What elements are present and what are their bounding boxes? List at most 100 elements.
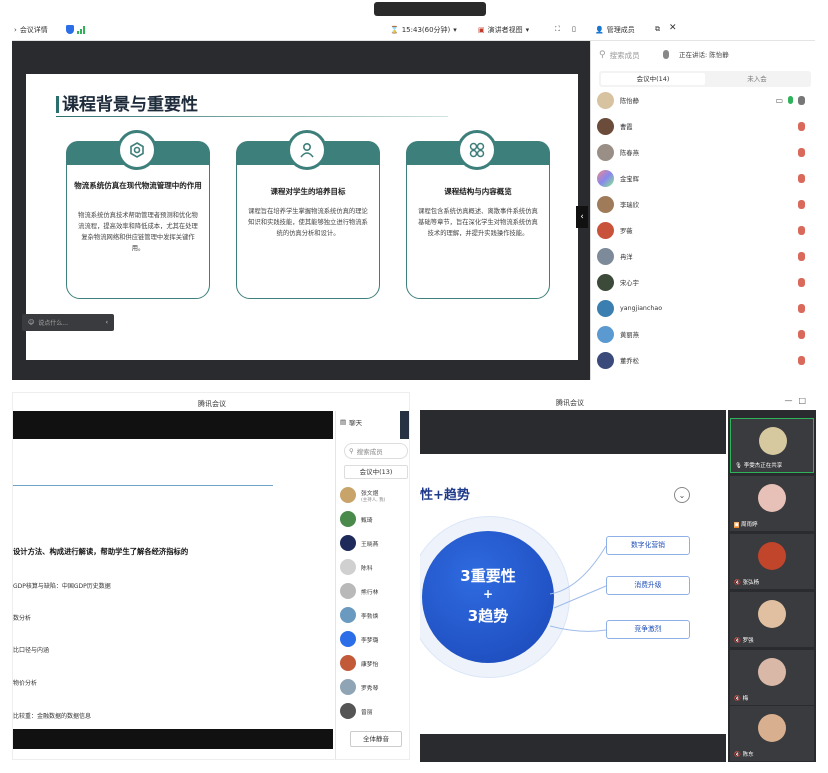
member-count-tab[interactable]: 会议中(13) — [344, 465, 408, 479]
list-item[interactable]: yangjianchao — [597, 297, 809, 319]
list-item[interactable]: 罗薇 — [597, 219, 809, 241]
chat-button[interactable]: ▤ 聊天 — [340, 417, 362, 427]
card-text: 课程旨在培养学生掌握物流系统仿真的理论知识和实践技能，使其能够独立进行物流系统的… — [248, 208, 368, 237]
avatar — [597, 143, 614, 161]
video-tile[interactable]: ▣ 周雨婷 — [730, 476, 814, 531]
mic-icon: 🎙 — [735, 463, 742, 469]
mic-muted-icon — [798, 329, 805, 339]
search-icon: ⚲ — [599, 50, 606, 60]
avatar — [597, 325, 614, 343]
list-item[interactable]: 黄丽燕 — [597, 323, 809, 345]
search-icon: ⚲ — [349, 447, 354, 455]
list-item[interactable]: 曾丽 — [340, 701, 373, 721]
avatar — [758, 542, 786, 570]
layout-icon: ▣ — [478, 26, 485, 34]
popout-button[interactable]: ⧉ — [655, 25, 660, 34]
avatar — [340, 511, 356, 527]
manage-members-button[interactable]: 👤 管理成员 — [595, 25, 635, 35]
window-title: 腾讯会议 — [198, 400, 226, 408]
card-structure: 课程结构与内容概览 课程包含系统仿真概述、离散事件系统仿真基础等章节，旨在深化学… — [406, 130, 550, 299]
summary-circle: 3重要性 + 3趋势 — [422, 531, 554, 663]
list-item[interactable]: 冉洋 — [597, 245, 809, 267]
list-item[interactable]: 陈科 — [340, 557, 373, 577]
video-tile[interactable]: 🔇 陈东 — [730, 706, 814, 761]
mic-muted-icon — [798, 199, 805, 209]
list-item[interactable]: 陈春燕 — [597, 141, 809, 163]
avatar — [597, 247, 614, 265]
card-title: 课程结构与内容概览 — [444, 187, 512, 196]
title-underline — [56, 116, 448, 117]
chat-input[interactable]: ☺ 说点什么... ‹ — [22, 314, 114, 331]
list-item[interactable]: 熊行林 — [340, 581, 378, 601]
video-tile[interactable]: 🔇 罗强 — [730, 592, 814, 647]
popout-icon: ⧉ — [655, 25, 660, 33]
window-toggle-button[interactable]: ▯ — [572, 25, 576, 33]
speaker-view-dropdown[interactable]: ▣ 演讲者视图 ▾ — [478, 25, 529, 35]
list-item[interactable]: 康梦怡 — [340, 653, 378, 673]
minimize-icon[interactable]: — — [784, 396, 798, 405]
divider — [13, 485, 273, 486]
maximize-icon[interactable]: □ — [798, 396, 812, 405]
tab-not-joined[interactable]: 未入会 — [705, 73, 809, 85]
list-item[interactable]: 金宝辉 — [597, 167, 809, 189]
user-icon — [287, 130, 327, 170]
window-title: 腾讯会议 — [556, 399, 584, 407]
avatar — [597, 195, 614, 213]
video-tile[interactable]: 🔇 梅 — [730, 650, 814, 705]
camera-icon — [798, 95, 805, 105]
chevron-left-icon[interactable]: ‹ — [106, 319, 108, 326]
avatar — [758, 658, 786, 686]
mute-all-button[interactable]: 全体静音 — [350, 731, 402, 747]
list-item[interactable]: 张文煜 (主持人, 我) — [340, 485, 385, 505]
list-item[interactable]: 李勃焕 — [340, 605, 378, 625]
card-text: 课程包含系统仿真概述、离散事件系统仿真基础等章节，旨在深化学生对物流系统仿真技术… — [418, 208, 538, 237]
security-status[interactable] — [66, 25, 87, 34]
card-goals: 课程对学生的培养目标 课程旨在培养学生掌握物流系统仿真的理论知识和实践技能，使其… — [236, 130, 380, 299]
member-panel: ⚲ 搜索成员 正在讲话: 陈怡静 会议中(14) 未入会 陈怡静 ▭ 曹霞 陈春… — [590, 41, 815, 380]
signal-icon — [77, 25, 87, 34]
list-item[interactable]: 陈怡静 ▭ — [597, 89, 809, 111]
fullscreen-button[interactable]: ⛶ — [555, 25, 560, 34]
avatar — [340, 679, 356, 695]
member-tabs: 会议中(14) 未入会 — [599, 71, 811, 87]
chevron-down-icon[interactable]: ⌄ — [674, 487, 690, 503]
list-item[interactable]: 董乔松 — [597, 349, 809, 371]
close-button[interactable]: ✕ — [669, 23, 677, 33]
video-tile[interactable]: 🎙 李雯杰正在共享 — [730, 418, 814, 473]
slide-title: 课程背景与重要性 — [62, 95, 198, 115]
timer-dropdown[interactable]: ⌛ 15:43(60分钟) ▾ — [390, 25, 457, 35]
avatar — [597, 117, 614, 135]
title-accent-bar — [56, 96, 59, 113]
list-item[interactable]: 李瑞欣 — [597, 193, 809, 215]
video-thumbnail — [400, 411, 409, 439]
avatar — [597, 91, 614, 109]
trend-pill: 数字化营销 — [606, 536, 690, 555]
meeting-details-button[interactable]: › 会议详情 — [14, 25, 48, 35]
search-input[interactable]: ⚲ 搜索成员 — [599, 47, 659, 63]
list-item[interactable]: 王晓燕 — [340, 533, 378, 553]
list-item[interactable]: 曹霞 — [597, 115, 809, 137]
avatar — [597, 351, 614, 369]
trend-pill: 消费升级 — [606, 576, 690, 595]
list-item[interactable]: 罗秀琴 — [340, 677, 378, 697]
presentation-slide: 性+趋势 ⌄ 3重要性 + 3趋势 数字化营销 消费升级 竞争激烈 — [420, 454, 726, 734]
list-item[interactable]: 李梦璐 — [340, 629, 378, 649]
mic-icon[interactable] — [663, 50, 669, 59]
video-tile[interactable]: 🔇 张弘杨 — [730, 534, 814, 589]
search-input[interactable]: ⚲ 搜索成员 — [344, 443, 408, 459]
avatar — [340, 655, 356, 671]
mic-muted-icon — [798, 173, 805, 183]
avatar — [597, 221, 614, 239]
mic-muted-icon — [798, 277, 805, 287]
tab-in-meeting[interactable]: 会议中(14) — [601, 73, 705, 85]
mic-muted-icon — [798, 121, 805, 131]
avatar — [759, 427, 787, 455]
avatar — [340, 487, 356, 503]
list-item[interactable]: 甄琦 — [340, 509, 373, 529]
gear-icon — [117, 130, 157, 170]
chat-icon: ▤ — [340, 418, 347, 426]
list-item[interactable]: 宋心宇 — [597, 271, 809, 293]
document-line: 比口径与内涵 — [13, 647, 50, 654]
collapse-panel-button[interactable]: ‹ — [576, 206, 588, 228]
member-panel: ▤ 聊天 ⚲ 搜索成员 会议中(13) 张文煜 (主持人, 我) 甄琦 王晓燕 陈… — [335, 411, 409, 759]
